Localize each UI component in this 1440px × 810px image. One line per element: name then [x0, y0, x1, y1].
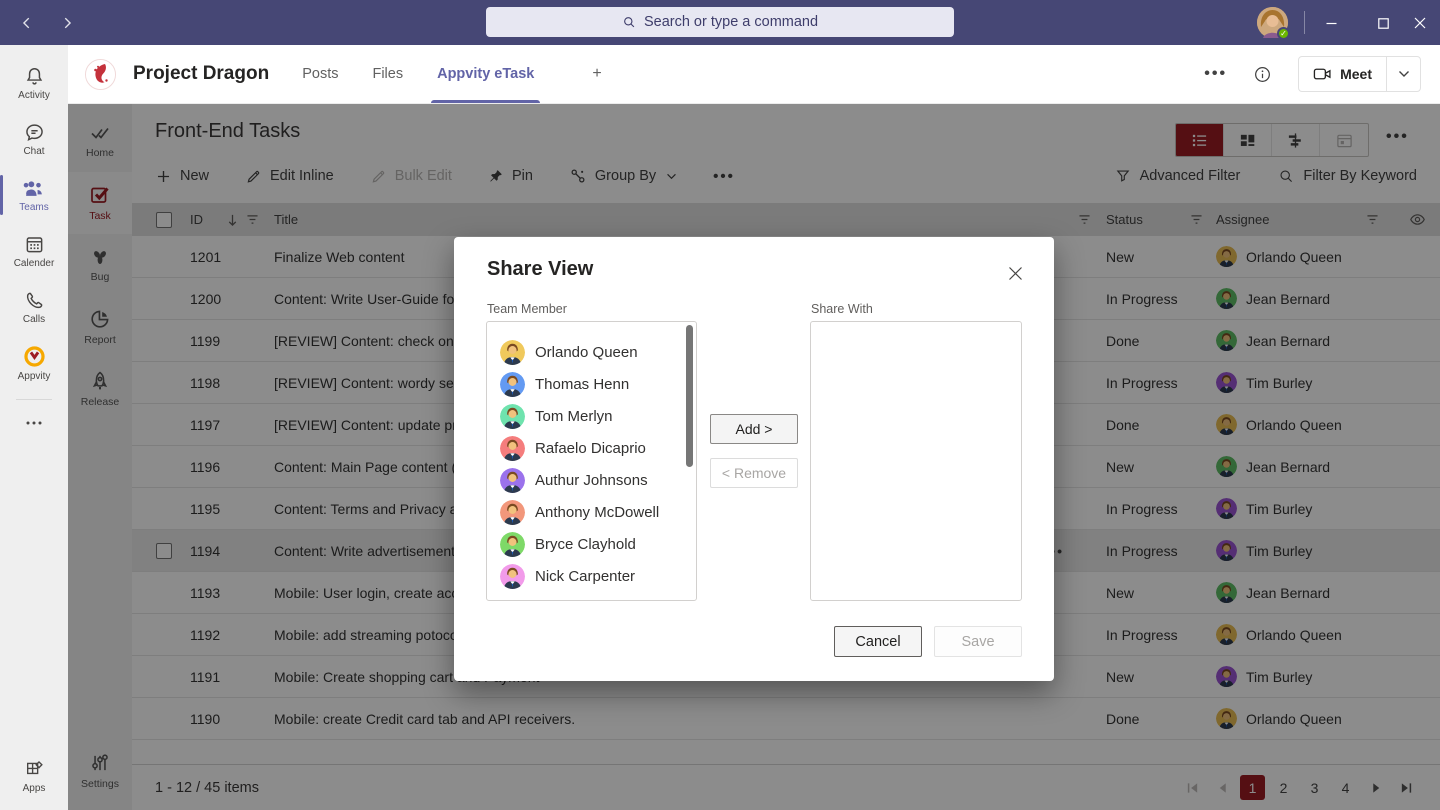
- share-with-label: Share With: [811, 302, 873, 316]
- teams-titlebar: Search or type a command ✓: [0, 0, 1440, 45]
- team-member-option[interactable]: Rafaelo Dicaprio: [487, 432, 696, 464]
- member-name: Thomas Henn: [535, 376, 629, 393]
- member-name: Nick Carpenter: [535, 568, 635, 585]
- save-button[interactable]: Save: [934, 626, 1022, 657]
- search-input[interactable]: Search or type a command: [486, 7, 954, 37]
- team-member-label: Team Member: [487, 302, 567, 316]
- titlebar-divider: [1304, 11, 1305, 34]
- rail-label: Appvity: [18, 371, 51, 382]
- forward-arrow-icon[interactable]: [54, 10, 80, 36]
- channel-tabs: Posts Files Appvity eTask +: [302, 45, 601, 103]
- rail-label: Calender: [14, 258, 55, 269]
- meet-dropdown-button[interactable]: [1386, 57, 1420, 91]
- member-name: Anthony McDowell: [535, 504, 659, 521]
- teams-people-icon: [23, 178, 46, 199]
- close-icon[interactable]: [1005, 263, 1025, 283]
- member-avatar: [500, 404, 525, 429]
- rail-label: Apps: [23, 783, 46, 794]
- rail-label: Teams: [19, 202, 48, 213]
- remove-button[interactable]: < Remove: [710, 458, 798, 488]
- chat-icon: [24, 122, 45, 143]
- search-placeholder: Search or type a command: [644, 14, 818, 30]
- sidebar-item-calls[interactable]: Calls: [0, 279, 68, 335]
- team-name: Project Dragon: [133, 63, 269, 85]
- bell-icon: [24, 66, 45, 87]
- sidebar-item-teams[interactable]: Teams: [0, 167, 68, 223]
- team-member-option[interactable]: Authur Johnsons: [487, 464, 696, 496]
- team-member-option[interactable]: Nick Carpenter: [487, 560, 696, 592]
- calendar-icon: [24, 234, 45, 255]
- member-avatar: [500, 372, 525, 397]
- rail-label: Calls: [23, 314, 45, 325]
- info-icon[interactable]: [1253, 65, 1272, 84]
- listbox-scrollbar[interactable]: [686, 325, 693, 467]
- camera-icon: [1313, 66, 1332, 82]
- sidebar-item-activity[interactable]: Activity: [0, 55, 68, 111]
- team-member-option[interactable]: Thomas Henn: [487, 368, 696, 400]
- sidebar-item-calendar[interactable]: Calender: [0, 223, 68, 279]
- team-member-listbox: Orlando Queen Thomas Henn Tom Merlyn Raf…: [486, 321, 697, 601]
- team-member-option[interactable]: Bryce Clayhold: [487, 528, 696, 560]
- sidebar-item-apps[interactable]: Apps: [0, 748, 68, 804]
- share-view-dialog: Share View Team Member Share With Orland…: [454, 237, 1054, 681]
- phone-icon: [24, 290, 45, 311]
- appvity-logo-icon: [23, 345, 46, 368]
- sidebar-item-appvity[interactable]: Appvity: [0, 335, 68, 391]
- member-name: Tom Merlyn: [535, 408, 613, 425]
- window-minimize-button[interactable]: [1316, 8, 1346, 38]
- member-avatar: [500, 564, 525, 589]
- member-name: Bryce Clayhold: [535, 536, 636, 553]
- team-logo: [85, 59, 116, 90]
- teams-left-rail: Activity Chat Teams Calender: [0, 45, 68, 810]
- add-tab-button[interactable]: +: [592, 65, 601, 83]
- member-avatar: [500, 468, 525, 493]
- channel-header: Project Dragon Posts Files Appvity eTask…: [68, 45, 1440, 104]
- rail-label: Activity: [18, 90, 50, 101]
- dialog-title: Share View: [487, 258, 593, 281]
- meet-label: Meet: [1340, 66, 1372, 82]
- meet-button[interactable]: Meet: [1298, 56, 1421, 92]
- tab-appvity-etask[interactable]: Appvity eTask: [437, 45, 534, 103]
- window-maximize-button[interactable]: [1368, 8, 1398, 38]
- header-more-button[interactable]: •••: [1204, 65, 1227, 83]
- member-name: Rafaelo Dicaprio: [535, 440, 646, 457]
- add-button[interactable]: Add >: [710, 414, 798, 444]
- member-avatar: [500, 340, 525, 365]
- team-member-option[interactable]: Anthony McDowell: [487, 496, 696, 528]
- status-available-icon: ✓: [1277, 27, 1290, 40]
- member-avatar: [500, 436, 525, 461]
- member-avatar: [500, 500, 525, 525]
- back-arrow-icon[interactable]: [14, 10, 40, 36]
- member-avatar: [500, 532, 525, 557]
- team-member-option[interactable]: Orlando Queen: [487, 336, 696, 368]
- tab-posts[interactable]: Posts: [302, 45, 338, 103]
- search-icon: [622, 15, 636, 29]
- rail-label: Chat: [23, 146, 44, 157]
- rail-divider: [16, 399, 52, 400]
- sidebar-item-chat[interactable]: Chat: [0, 111, 68, 167]
- tab-files[interactable]: Files: [372, 45, 403, 103]
- user-avatar[interactable]: ✓: [1257, 7, 1288, 38]
- member-name: Orlando Queen: [535, 344, 638, 361]
- cancel-button[interactable]: Cancel: [834, 626, 922, 657]
- share-with-listbox: [810, 321, 1022, 601]
- member-name: Authur Johnsons: [535, 472, 648, 489]
- rail-more-button[interactable]: [0, 408, 68, 438]
- team-member-option[interactable]: Tom Merlyn: [487, 400, 696, 432]
- window-close-button[interactable]: [1405, 8, 1435, 38]
- apps-grid-icon: [24, 759, 45, 780]
